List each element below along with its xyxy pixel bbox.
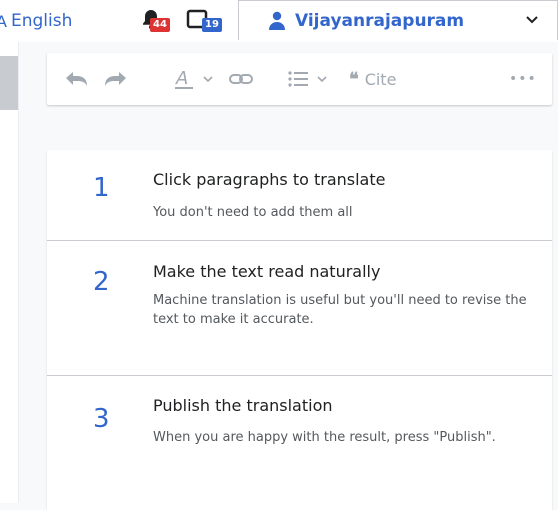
text-style-menu[interactable]: A [173,67,215,91]
link-button[interactable] [228,67,254,91]
step-description: You don't need to add them all [153,205,353,220]
redo-icon [105,72,126,86]
source-column [0,42,18,503]
notices-count-badge: 19 [202,18,222,32]
alerts-button[interactable]: 44 [140,6,184,34]
language-icon: A [0,11,7,31]
quote-icon: ❝ [349,68,359,90]
source-scroll-indicator [0,56,18,110]
redo-button[interactable] [103,67,129,91]
link-icon [229,74,253,84]
language-label: English [10,11,73,31]
cite-button[interactable]: ❝ Cite [349,67,396,91]
step-title: Click paragraphs to translate [153,170,386,189]
editor-toolbar: A ❝ Cite ••• [47,53,552,105]
chevron-down-icon [526,16,538,24]
step-item: 2 Make the text read naturally Machine t… [47,241,552,376]
step-number: 1 [93,173,110,203]
step-item: 1 Click paragraphs to translate You don'… [47,150,552,241]
cite-label: Cite [364,69,397,89]
language-selector[interactable]: A English [0,9,72,33]
user-menu[interactable]: Vijayanrajapuram [238,0,558,40]
undo-button[interactable] [63,67,89,91]
user-icon [269,11,285,30]
alerts-count-badge: 44 [150,18,170,32]
list-icon [288,71,308,87]
step-title: Make the text read naturally [153,262,381,281]
chevron-down-icon [203,76,213,83]
undo-icon [66,72,87,86]
step-item: 3 Publish the translation When you are h… [47,376,552,488]
step-title: Publish the translation [153,396,333,415]
list-menu[interactable] [287,67,329,91]
chevron-down-icon [317,76,327,83]
username-label: Vijayanrajapuram [295,10,465,31]
translation-steps-card: 1 Click paragraphs to translate You don'… [47,150,552,510]
ellipsis-icon: ••• [509,71,537,87]
translation-column-gutter [19,42,46,503]
text-style-icon: A [175,68,193,89]
step-description: When you are happy with the result, pres… [153,430,496,445]
top-bar: A English 44 19 Vijayanrajapuram [0,0,558,42]
step-number: 3 [93,404,110,434]
more-options-button[interactable]: ••• [509,67,537,91]
svg-text:A: A [175,68,188,89]
notices-button[interactable]: 19 [186,6,232,34]
step-number: 2 [93,267,110,297]
step-description: Machine translation is useful but you'll… [153,293,527,327]
